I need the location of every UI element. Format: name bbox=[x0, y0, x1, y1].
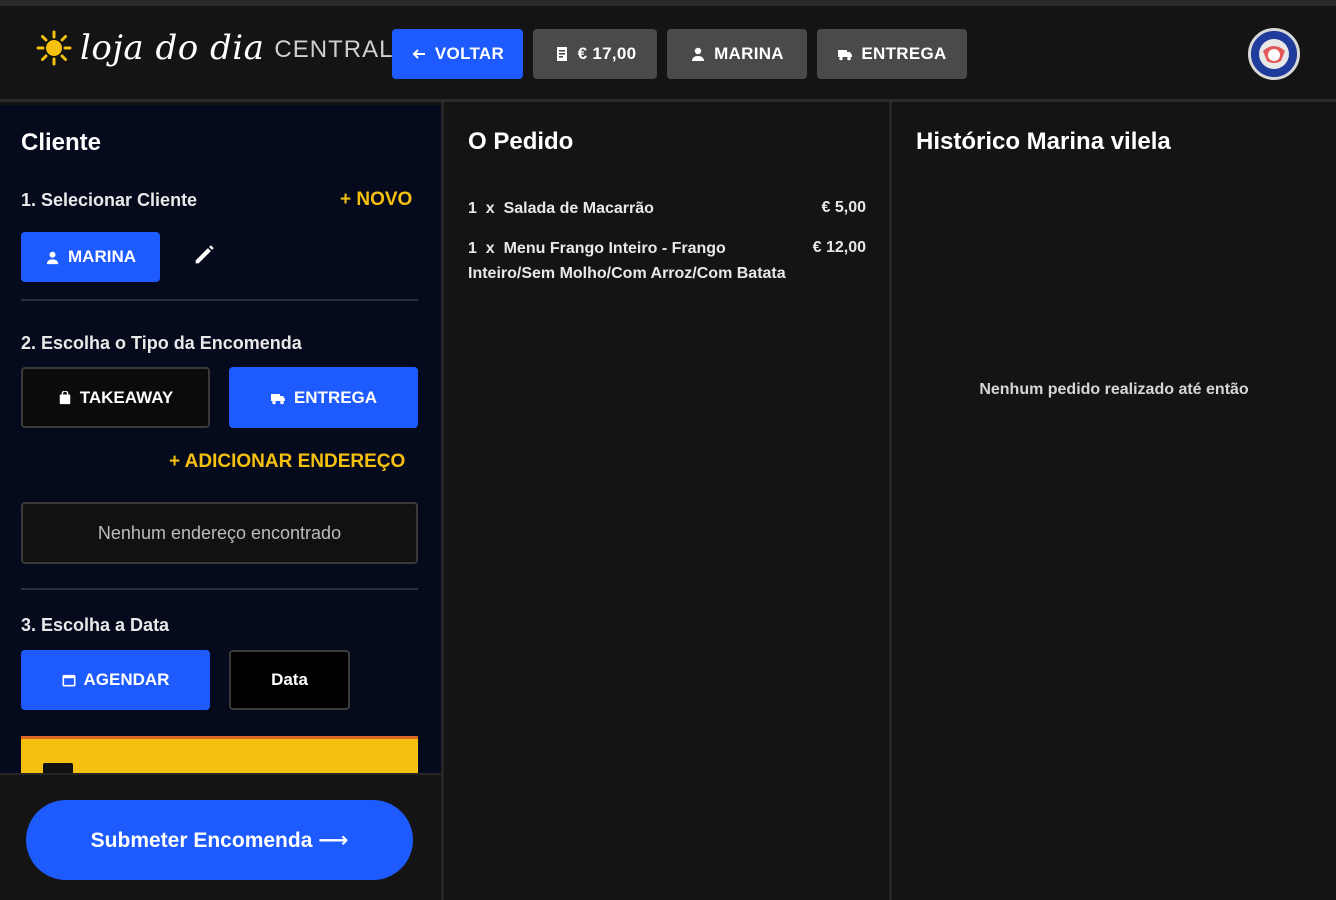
person-icon bbox=[692, 47, 705, 61]
date-input-label: Data bbox=[271, 670, 308, 689]
edit-pencil-icon[interactable] bbox=[191, 240, 219, 268]
store-icon bbox=[43, 763, 73, 773]
takeaway-label: TAKEAWAY bbox=[79, 387, 174, 407]
order-item-x: x bbox=[485, 200, 495, 217]
order-item[interactable]: 1 x Menu Frango Inteiro - Frango Inteiro… bbox=[468, 236, 813, 286]
step-2-label: 2. Escolha o Tipo da Encomenda bbox=[21, 333, 302, 353]
date-input[interactable]: Data bbox=[229, 650, 350, 710]
step-1-label: 1. Selecionar Cliente bbox=[21, 190, 198, 210]
submit-area: Submeter Encomenda ⟶ bbox=[0, 773, 441, 900]
customer-button-label: MARINA bbox=[714, 44, 784, 63]
panel-divider bbox=[441, 102, 444, 900]
logo-script-text: loja do dia bbox=[80, 28, 265, 68]
section-divider bbox=[21, 588, 418, 590]
order-item-qty: 1 bbox=[468, 200, 477, 217]
step-3-label: 3. Escolha a Data bbox=[21, 615, 170, 635]
order-item-x: x bbox=[485, 240, 495, 257]
avatar[interactable] bbox=[1248, 28, 1300, 80]
logo[interactable]: loja do dia CENTRAL bbox=[36, 28, 393, 68]
back-button[interactable]: VOLTAR bbox=[392, 29, 523, 79]
sun-icon bbox=[36, 30, 72, 66]
logo-central-text: CENTRAL bbox=[274, 36, 394, 63]
selected-customer-label: MARINA bbox=[68, 247, 136, 266]
address-field[interactable]: Nenhum endereço encontrado bbox=[21, 502, 418, 564]
panel-divider bbox=[889, 102, 892, 900]
order-item-options: Inteiro/Sem Molho/Com Arroz/Com Batata bbox=[468, 265, 786, 282]
delivery-type-button[interactable]: ENTREGA bbox=[817, 29, 967, 79]
order-item-name: Salada de Macarrão bbox=[503, 200, 654, 217]
schedule-label: AGENDAR bbox=[83, 670, 170, 689]
customer-panel-title: Cliente bbox=[21, 129, 102, 156]
order-total-button[interactable]: € 17,00 bbox=[533, 29, 657, 79]
order-item-qty: 1 bbox=[468, 240, 477, 257]
order-total-label: € 17,00 bbox=[577, 44, 637, 63]
calendar-icon bbox=[62, 674, 75, 687]
arrow-left-icon bbox=[412, 49, 425, 59]
schedule-button[interactable]: AGENDAR bbox=[21, 650, 210, 710]
takeaway-button[interactable]: TAKEAWAY bbox=[21, 367, 210, 428]
history-panel-title: Histórico Marina vilela bbox=[916, 128, 1171, 155]
order-item[interactable]: 1 x Salada de Macarrão bbox=[468, 196, 654, 221]
new-customer-link[interactable]: + NOVO bbox=[340, 189, 412, 211]
back-button-label: VOLTAR bbox=[434, 44, 505, 63]
person-icon bbox=[46, 251, 59, 264]
warning-banner bbox=[21, 736, 418, 773]
order-item-name: Menu Frango Inteiro - Frango bbox=[503, 240, 726, 257]
delivery-type-label: ENTREGA bbox=[861, 44, 947, 63]
add-address-link[interactable]: + ADICIONAR ENDEREÇO bbox=[169, 451, 405, 473]
selected-customer-button[interactable]: MARINA bbox=[21, 232, 160, 282]
customer-button[interactable]: MARINA bbox=[667, 29, 807, 79]
order-panel-title: O Pedido bbox=[468, 128, 574, 155]
truck-icon bbox=[838, 50, 853, 61]
submit-order-button[interactable]: Submeter Encomenda ⟶ bbox=[26, 800, 413, 880]
customer-panel: Cliente 1. Selecionar Cliente + NOVO MAR… bbox=[0, 105, 441, 773]
order-item-price: € 5,00 bbox=[821, 199, 866, 216]
truck-icon bbox=[270, 393, 285, 404]
bag-icon bbox=[59, 390, 70, 404]
history-empty-message: Nenhum pedido realizado até então bbox=[979, 381, 1249, 398]
order-item-price: € 12,00 bbox=[812, 239, 866, 256]
top-bar: loja do dia CENTRAL VOLTAR € 17,00 MARIN… bbox=[0, 0, 1336, 102]
entrega-label: ENTREGA bbox=[293, 387, 378, 407]
entrega-button[interactable]: ENTREGA bbox=[229, 367, 418, 428]
section-divider bbox=[21, 299, 418, 301]
receipt-icon bbox=[556, 47, 567, 61]
